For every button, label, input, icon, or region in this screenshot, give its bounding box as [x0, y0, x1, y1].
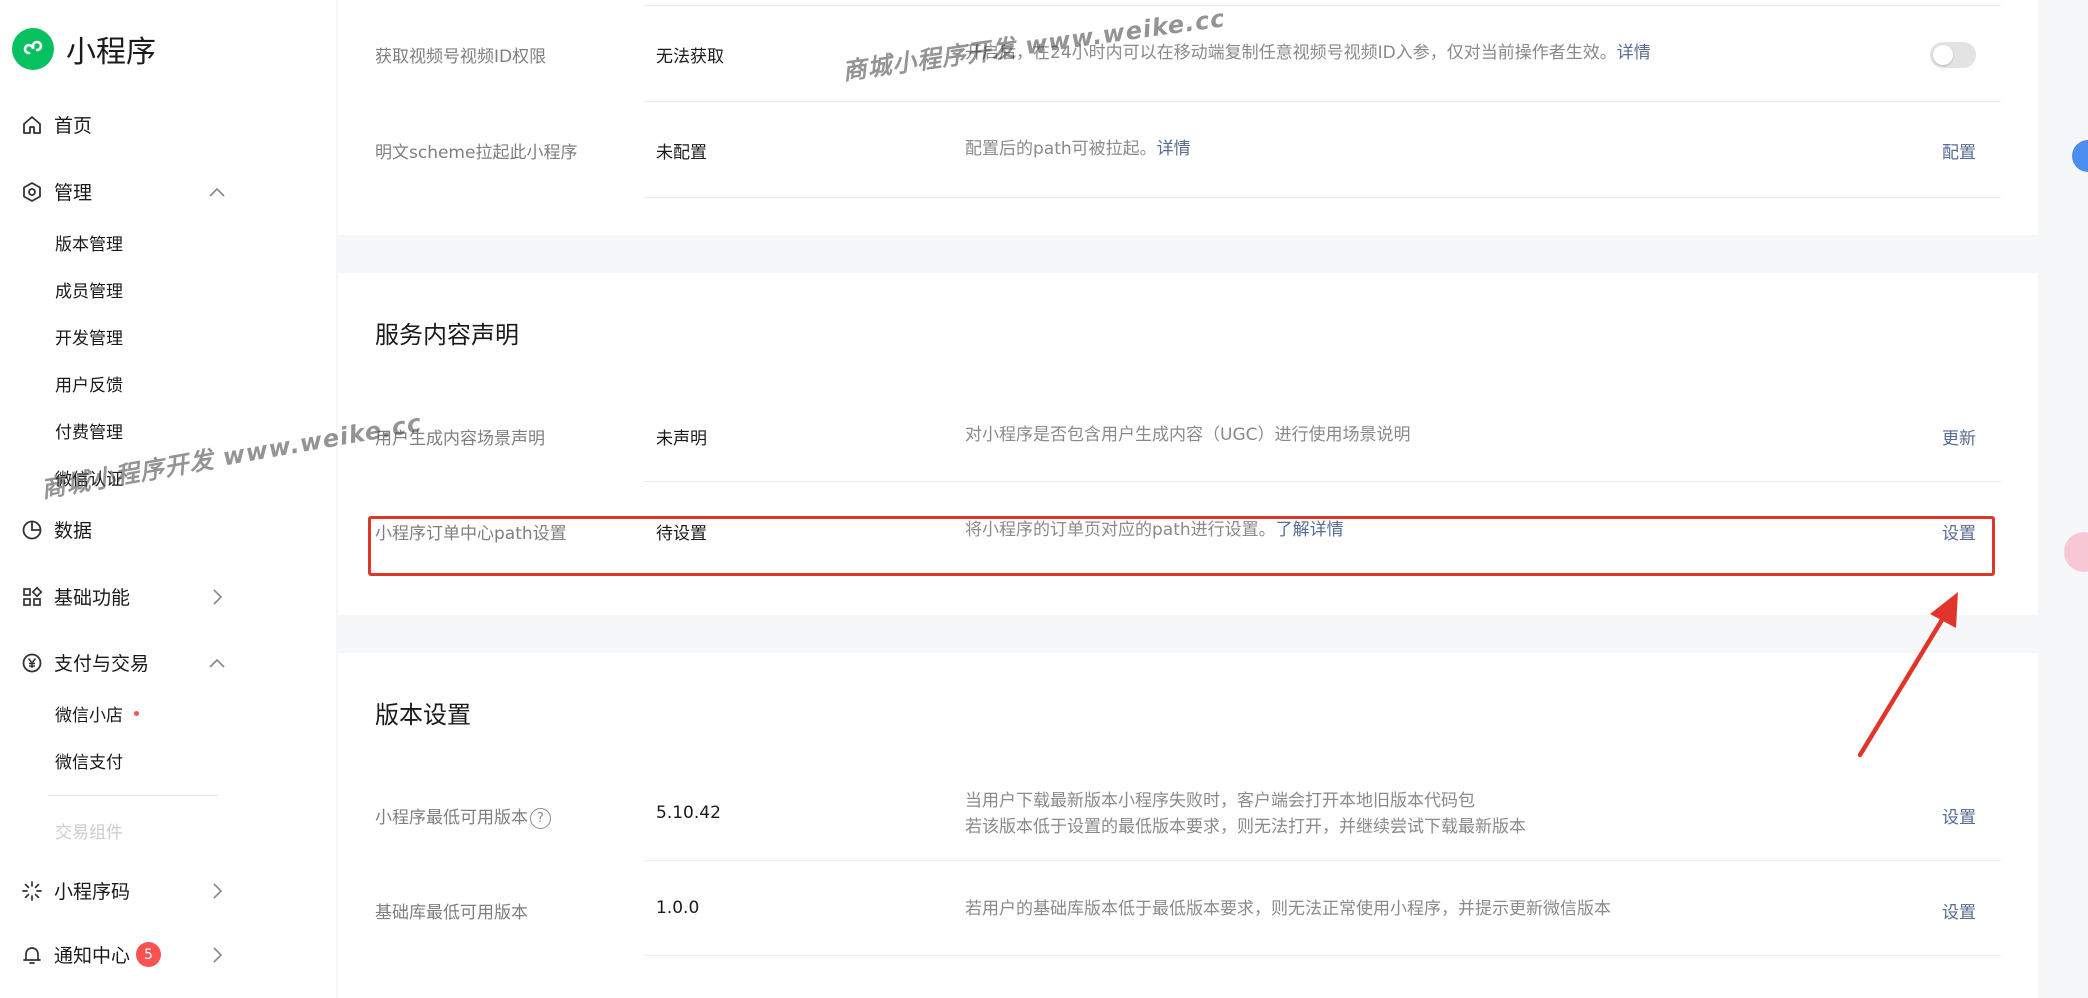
card-title: 版本设置: [375, 701, 471, 729]
app-name: 小程序: [66, 35, 156, 70]
nav-wechat-shop-label: 微信小店: [55, 706, 123, 726]
nav-data-label: 数据: [54, 520, 93, 542]
nav-home[interactable]: 首页: [20, 111, 230, 138]
settings-icon: [20, 180, 44, 204]
nav-home-label: 首页: [54, 115, 93, 137]
nav-data[interactable]: 数据: [20, 516, 230, 543]
row-desc: 对小程序是否包含用户生成内容（UGC）进行使用场景说明: [965, 425, 1411, 445]
annotation-arrow-icon: [1857, 592, 1958, 758]
app-logo[interactable]: 小程序: [12, 27, 156, 71]
nav-wechat-pay[interactable]: 微信支付: [55, 748, 123, 773]
nav-qrcode[interactable]: 小程序码: [20, 877, 230, 904]
apps-grid-icon: [20, 585, 44, 609]
nav-basic-label: 基础功能: [54, 587, 131, 609]
nav-user-feedback[interactable]: 用户反馈: [55, 371, 123, 396]
row-value: 无法获取: [656, 47, 724, 67]
set-min-version-button[interactable]: 设置: [1942, 803, 1976, 828]
detail-link[interactable]: 详情: [1617, 43, 1651, 63]
video-id-toggle[interactable]: [1930, 42, 1976, 68]
set-lib-version-button[interactable]: 设置: [1942, 898, 1976, 923]
row-label: 获取视频号视频ID权限: [375, 47, 547, 67]
detail-link[interactable]: 详情: [1157, 139, 1191, 159]
version-settings-card: 版本设置 小程序最低可用版本? 5.10.42 当用户下载最新版本小程序失败时，…: [338, 653, 2038, 998]
chevron-right-icon[interactable]: [206, 944, 228, 966]
yen-icon: [20, 651, 44, 675]
row-label: 明文scheme拉起此小程序: [375, 143, 578, 163]
nav-manage[interactable]: 管理: [20, 178, 230, 205]
row-desc: 配置后的path可被拉起。详情: [965, 139, 1191, 159]
nav-qrcode-label: 小程序码: [54, 881, 131, 903]
chevron-right-icon[interactable]: [206, 586, 228, 608]
row-divider: [644, 197, 2001, 198]
qrcode-sun-icon: [20, 879, 44, 903]
row-divider: [644, 5, 2001, 6]
miniprogram-logo-icon: [12, 28, 54, 70]
nav-payment-trade[interactable]: 支付与交易: [20, 649, 230, 676]
row-divider: [644, 481, 2001, 482]
highlight-box: [368, 516, 1995, 576]
nav-member-manage[interactable]: 成员管理: [55, 277, 123, 302]
nav-wechat-shop[interactable]: 微信小店: [55, 701, 139, 726]
chevron-right-icon[interactable]: [206, 880, 228, 902]
row-label: 小程序最低可用版本?: [375, 803, 551, 829]
notice-count-badge: 5: [136, 942, 162, 967]
bell-icon: [20, 943, 44, 967]
nav-manage-label: 管理: [54, 182, 93, 204]
floating-helper-button[interactable]: [2072, 140, 2088, 172]
floating-assistant-button[interactable]: [2064, 532, 2088, 572]
row-value: 未配置: [656, 143, 707, 163]
nav-basic-features[interactable]: 基础功能: [20, 583, 230, 610]
home-icon: [20, 113, 44, 137]
row-divider: [644, 860, 2001, 861]
update-button[interactable]: 更新: [1942, 424, 1976, 449]
nav-payment-manage[interactable]: 付费管理: [55, 418, 123, 443]
pie-chart-icon: [20, 518, 44, 542]
row-desc: 当用户下载最新版本小程序失败时，客户端会打开本地旧版本代码包 若该版本低于设置的最…: [965, 791, 1526, 837]
row-value: 1.0.0: [656, 898, 700, 918]
nav-version-manage[interactable]: 版本管理: [55, 230, 123, 255]
nav-notice-label: 通知中心: [54, 945, 131, 967]
chevron-up-icon[interactable]: [206, 652, 228, 674]
card-title: 服务内容声明: [375, 321, 519, 349]
help-icon[interactable]: ?: [530, 807, 551, 829]
row-label: 基础库最低可用版本: [375, 903, 528, 923]
row-divider: [644, 101, 2001, 102]
row-desc: 若用户的基础库版本低于最低版本要求，则无法正常使用小程序，并提示更新微信版本: [965, 899, 1611, 919]
unread-dot: [134, 711, 139, 716]
sidebar-divider: [48, 795, 218, 796]
row-divider: [644, 955, 2001, 956]
nav-pay-label: 支付与交易: [54, 653, 150, 675]
nav-notice-center[interactable]: 通知中心 5: [20, 941, 230, 968]
row-value: 5.10.42: [656, 803, 721, 823]
nav-trade-component[interactable]: 交易组件: [55, 818, 123, 843]
configure-button[interactable]: 配置: [1942, 138, 1976, 163]
nav-dev-manage[interactable]: 开发管理: [55, 324, 123, 349]
chevron-up-icon[interactable]: [206, 181, 228, 203]
row-value: 未声明: [656, 429, 707, 449]
